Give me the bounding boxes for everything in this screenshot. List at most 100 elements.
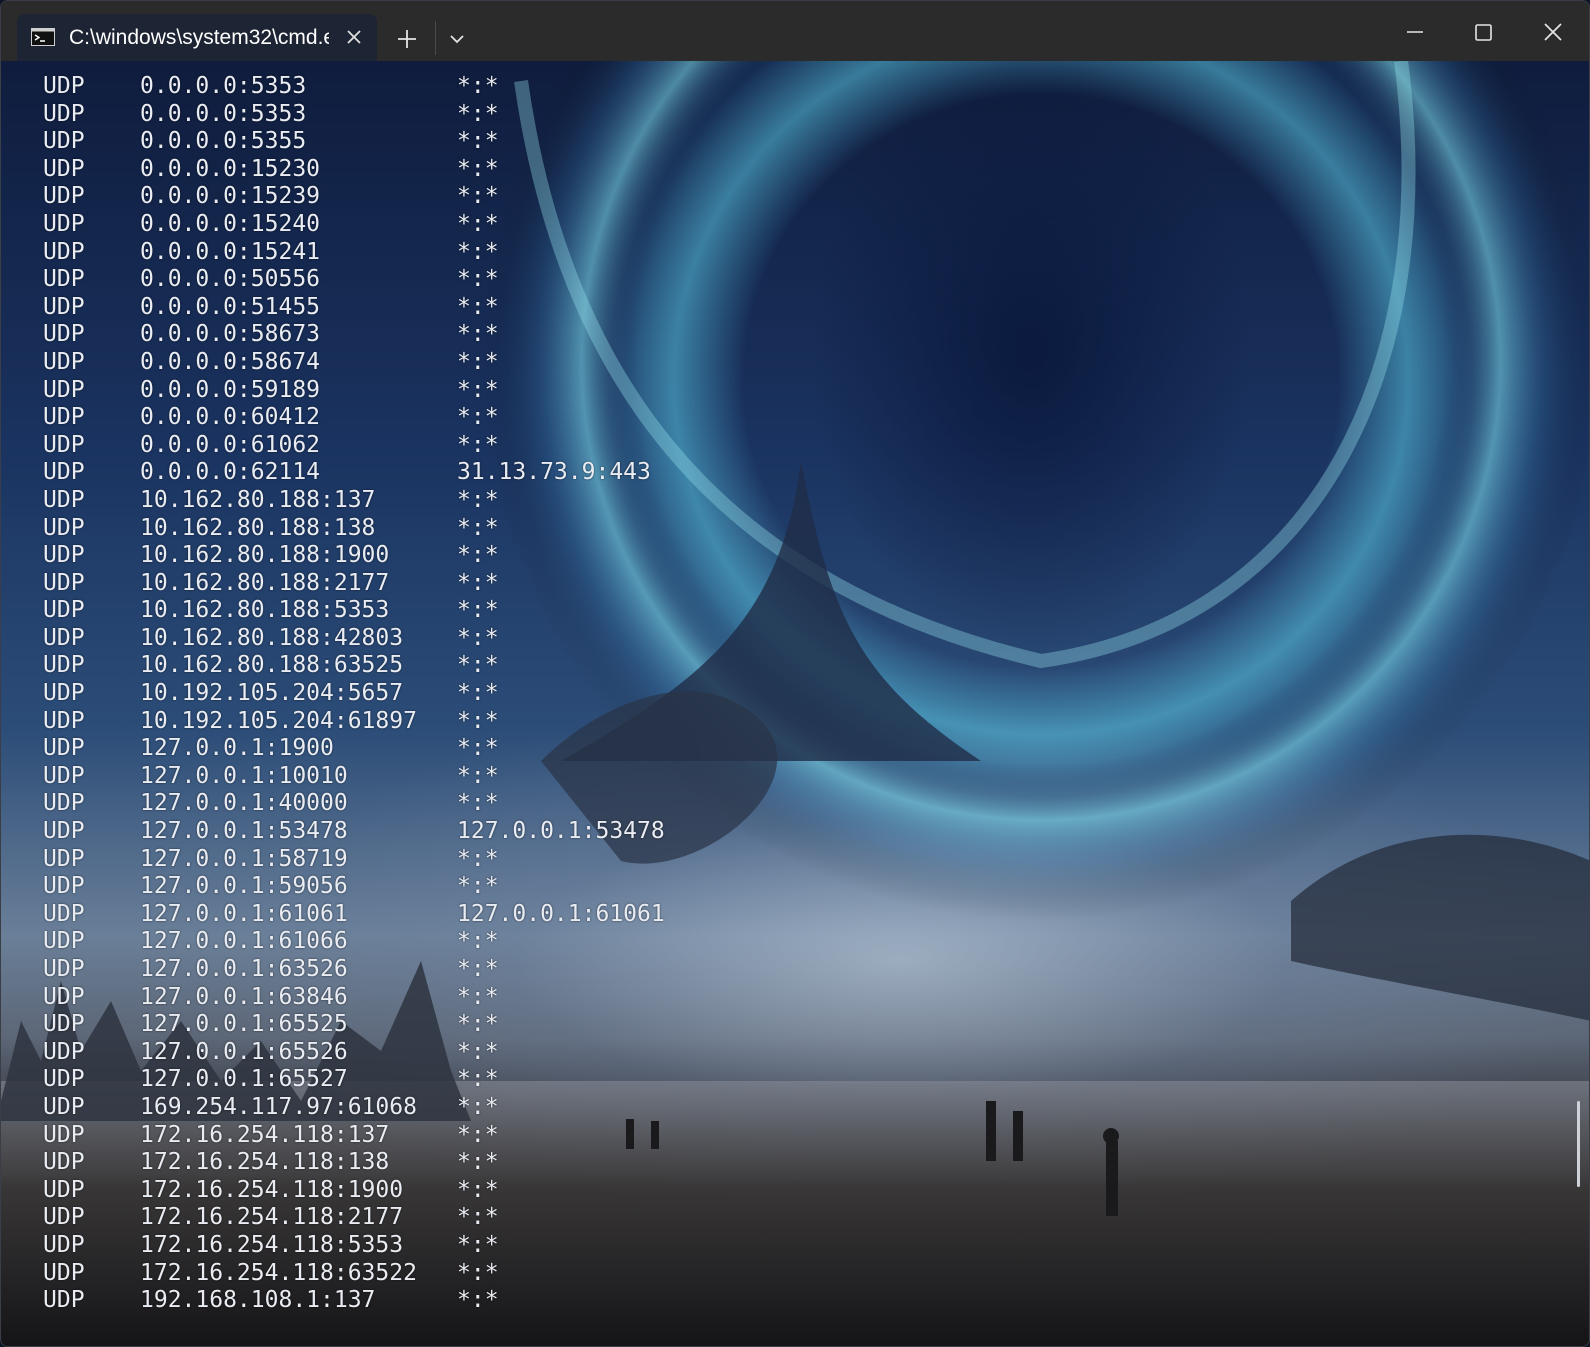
- local-address-cell: 10.162.80.188:1900: [140, 542, 390, 569]
- foreign-address-cell: *:*: [457, 873, 499, 900]
- protocol-cell: UDP: [43, 514, 85, 541]
- maximize-icon[interactable]: [1463, 15, 1503, 51]
- foreign-address-cell: *:*: [457, 1176, 499, 1203]
- protocol-cell: UDP: [43, 1231, 85, 1258]
- foreign-address-cell: *:*: [457, 183, 499, 210]
- protocol-cell: UDP: [43, 404, 85, 431]
- foreign-address-cell: *:*: [457, 597, 499, 624]
- protocol-cell: UDP: [43, 100, 85, 127]
- protocol-cell: UDP: [43, 238, 85, 265]
- foreign-address-cell: *:*: [457, 128, 499, 155]
- foreign-address-cell: *:*: [457, 928, 499, 955]
- foreign-address-cell: *:*: [457, 790, 499, 817]
- protocol-cell: UDP: [43, 735, 85, 762]
- local-address-cell: 10.192.105.204:5657: [140, 680, 404, 707]
- local-address-cell: 0.0.0.0:15230: [140, 155, 321, 182]
- protocol-cell: UDP: [43, 707, 85, 734]
- local-address-cell: 0.0.0.0:15241: [140, 238, 321, 265]
- protocol-cell: UDP: [43, 624, 85, 651]
- protocol-cell: UDP: [43, 321, 85, 348]
- local-address-cell: 127.0.0.1:63526: [140, 956, 348, 982]
- cmd-icon: [31, 28, 55, 46]
- local-address-cell: 172.16.254.118:2177: [140, 1204, 404, 1231]
- foreign-address-cell: *:*: [457, 1149, 499, 1176]
- foreign-address-cell: *:*: [457, 707, 499, 734]
- foreign-address-cell: *:*: [457, 680, 499, 707]
- local-address-cell: 0.0.0.0:62114: [140, 459, 321, 486]
- foreign-address-cell: *:*: [457, 1038, 499, 1065]
- local-address-cell: 172.16.254.118:1900: [140, 1176, 404, 1203]
- protocol-cell: UDP: [43, 1259, 85, 1286]
- foreign-address-cell: *:*: [457, 569, 499, 596]
- foreign-address-cell: 31.13.73.9:443: [457, 459, 651, 486]
- protocol-cell: UDP: [43, 376, 85, 403]
- close-icon[interactable]: [343, 26, 365, 48]
- protocol-cell: UDP: [43, 348, 85, 375]
- protocol-cell: UDP: [43, 1149, 85, 1176]
- foreign-address-cell: *:*: [457, 155, 499, 182]
- foreign-address-cell: *:*: [457, 1011, 499, 1038]
- foreign-address-cell: *:*: [457, 735, 499, 762]
- foreign-address-cell: *:*: [457, 845, 499, 872]
- close-icon[interactable]: [1533, 15, 1573, 51]
- protocol-cell: UDP: [43, 155, 85, 182]
- protocol-cell: UDP: [43, 183, 85, 210]
- local-address-cell: 0.0.0.0:15240: [140, 210, 321, 237]
- local-address-cell: 0.0.0.0:15239: [140, 183, 321, 210]
- foreign-address-cell: 127.0.0.1:61061: [457, 900, 665, 927]
- protocol-cell: UDP: [43, 128, 85, 155]
- foreign-address-cell: *:*: [457, 1066, 499, 1093]
- foreign-address-cell: *:*: [457, 431, 499, 458]
- protocol-cell: UDP: [43, 542, 85, 569]
- plus-icon[interactable]: [393, 25, 421, 53]
- foreign-address-cell: *:*: [457, 486, 499, 513]
- local-address-cell: 127.0.0.1:61066: [140, 928, 348, 955]
- foreign-address-cell: *:*: [457, 652, 499, 679]
- local-address-cell: 10.162.80.188:137: [140, 486, 376, 513]
- local-address-cell: 0.0.0.0:61062: [140, 431, 321, 458]
- foreign-address-cell: *:*: [457, 1231, 499, 1258]
- foreign-address-cell: *:*: [457, 73, 499, 99]
- local-address-cell: 127.0.0.1:65527: [140, 1066, 348, 1093]
- local-address-cell: 0.0.0.0:58673: [140, 321, 321, 348]
- foreign-address-cell: *:*: [457, 1093, 499, 1120]
- local-address-cell: 127.0.0.1:65526: [140, 1038, 348, 1065]
- title-bar[interactable]: C:\windows\system32\cmd.exe: [1, 1, 1589, 61]
- local-address-cell: 10.162.80.188:138: [140, 514, 376, 541]
- protocol-cell: UDP: [43, 1011, 85, 1038]
- protocol-cell: UDP: [43, 818, 85, 845]
- foreign-address-cell: *:*: [457, 100, 499, 127]
- local-address-cell: 127.0.0.1:61061: [140, 900, 348, 927]
- foreign-address-cell: *:*: [457, 238, 499, 265]
- local-address-cell: 172.16.254.118:138: [140, 1149, 390, 1176]
- foreign-address-cell: *:*: [457, 404, 499, 431]
- local-address-cell: 10.192.105.204:61897: [140, 707, 417, 734]
- local-address-cell: 127.0.0.1:59056: [140, 873, 348, 900]
- local-address-cell: 10.162.80.188:63525: [140, 652, 404, 679]
- local-address-cell: 127.0.0.1:1900: [140, 735, 334, 762]
- terminal-output[interactable]: UDP 0.0.0.0:5353 *:* UDP 0.0.0.0:5353 *:* UDP 0…: [1, 61, 1589, 1346]
- protocol-cell: UDP: [43, 293, 85, 320]
- tab-cmd[interactable]: C:\windows\system32\cmd.exe: [17, 14, 377, 61]
- local-address-cell: 127.0.0.1:10010: [140, 762, 348, 789]
- protocol-cell: UDP: [43, 1093, 85, 1120]
- scrollbar-thumb[interactable]: [1577, 1101, 1580, 1187]
- foreign-address-cell: *:*: [457, 348, 499, 375]
- protocol-cell: UDP: [43, 210, 85, 237]
- protocol-cell: UDP: [43, 569, 85, 596]
- foreign-address-cell: *:*: [457, 1204, 499, 1231]
- foreign-address-cell: *:*: [457, 266, 499, 293]
- foreign-address-cell: *:*: [457, 321, 499, 348]
- protocol-cell: UDP: [43, 652, 85, 679]
- protocol-cell: UDP: [43, 900, 85, 927]
- terminal-window: C:\windows\system32\cmd.exe UDP 0.0.0.0:…: [0, 0, 1590, 1347]
- minimize-icon[interactable]: [1395, 15, 1435, 51]
- chevron-down-icon[interactable]: [445, 27, 469, 51]
- foreign-address-cell: *:*: [457, 762, 499, 789]
- tab-title: C:\windows\system32\cmd.exe: [69, 26, 329, 49]
- protocol-cell: UDP: [43, 983, 85, 1010]
- local-address-cell: 10.162.80.188:2177: [140, 569, 390, 596]
- foreign-address-cell: *:*: [457, 983, 499, 1010]
- protocol-cell: UDP: [43, 1176, 85, 1203]
- local-address-cell: 0.0.0.0:59189: [140, 376, 321, 403]
